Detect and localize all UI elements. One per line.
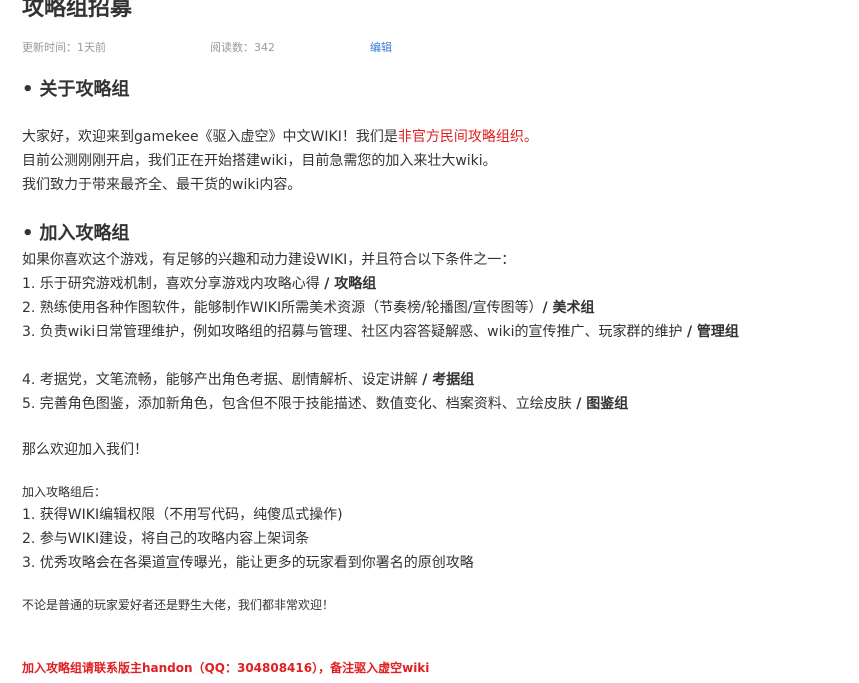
- group-name: / 美术组: [542, 300, 595, 316]
- benefits-heading: 加入攻略组后：: [22, 485, 107, 499]
- condition-item: 5. 完善角色图鉴，添加新角色，包含但不限于技能描述、数值变化、档案资料、立绘皮…: [22, 392, 628, 416]
- condition-text: 1. 乐于研究游戏机制，喜欢分享游戏内攻略心得: [22, 276, 325, 292]
- about-paragraph-1: 大家好，欢迎来到gamekee《驱入虚空》中文WIKI！我们是非官方民间攻略组织…: [22, 125, 538, 149]
- group-name: / 攻略组: [324, 276, 377, 292]
- about-text: 大家好，欢迎来到gamekee《驱入虚空》中文WIKI！: [22, 129, 356, 145]
- condition-item: 2. 熟练使用各种作图软件，能够制作WIKI所需美术资源（节奏榜/轮播图/宣传图…: [22, 296, 595, 320]
- updated-time: 更新时间：1天前: [22, 41, 106, 54]
- about-paragraph-3: 我们致力于带来最齐全、最干货的wiki内容。: [22, 177, 302, 193]
- bullet-dot: •: [22, 79, 34, 100]
- benefit-item: 3. 优秀攻略会在各渠道宣传曝光，能让更多的玩家看到你署名的原创攻略: [22, 555, 474, 571]
- contact-info: 加入攻略组请联系版主handon（QQ：304808416），备注驱入虚空wik…: [22, 661, 430, 675]
- group-name: / 图鉴组: [576, 396, 629, 412]
- bullet-dot: •: [22, 223, 34, 244]
- group-name: / 管理组: [686, 324, 739, 340]
- unofficial-highlight: 非官方民间攻略组织。: [397, 129, 538, 145]
- read-count: 阅读数：342: [210, 41, 275, 54]
- heading-text: 关于攻略组: [39, 79, 130, 100]
- section-heading-about: • 关于攻略组: [22, 77, 130, 103]
- condition-item: 4. 考据党，文笔流畅，能够产出角色考据、剧情解析、设定讲解 / 考据组: [22, 368, 474, 392]
- join-intro: 如果你喜欢这个游戏，有足够的兴趣和动力建设WIKI，并且符合以下条件之一：: [22, 252, 516, 268]
- condition-item: 1. 乐于研究游戏机制，喜欢分享游戏内攻略心得 / 攻略组: [22, 272, 376, 296]
- condition-text: 3. 负责wiki日常管理维护，例如攻略组的招募与管理、社区内容答疑解惑、wik…: [22, 324, 687, 340]
- condition-text: 2. 熟练使用各种作图软件，能够制作WIKI所需美术资源（节奏榜/轮播图/宣传图…: [22, 300, 543, 316]
- about-text-bold: 我们是: [355, 129, 398, 145]
- heading-text: 加入攻略组: [39, 223, 130, 244]
- edit-link[interactable]: 编辑: [370, 40, 392, 56]
- group-name: / 考据组: [422, 372, 475, 388]
- condition-text: 4. 考据党，文笔流畅，能够产出角色考据、剧情解析、设定讲解: [22, 372, 423, 388]
- page-title: 攻略组招募: [22, 0, 133, 21]
- benefit-item: 1. 获得WIKI编辑权限（不用写代码，纯傻瓜式操作): [22, 507, 343, 523]
- condition-text: 5. 完善角色图鉴，添加新角色，包含但不限于技能描述、数值变化、档案资料、立绘皮…: [22, 396, 577, 412]
- closing-text: 不论是普通的玩家爱好者还是野生大佬，我们都非常欢迎！: [22, 598, 335, 612]
- benefit-item: 2. 参与WIKI建设，将自己的攻略内容上架词条: [22, 531, 310, 547]
- about-paragraph-2: 目前公测刚刚开启，我们正在开始搭建wiki，目前急需您的加入来壮大wiki。: [22, 153, 497, 169]
- section-heading-join: • 加入攻略组: [22, 221, 130, 247]
- condition-item: 3. 负责wiki日常管理维护，例如攻略组的招募与管理、社区内容答疑解惑、wik…: [22, 320, 827, 344]
- welcome-text: 那么欢迎加入我们！: [22, 442, 148, 458]
